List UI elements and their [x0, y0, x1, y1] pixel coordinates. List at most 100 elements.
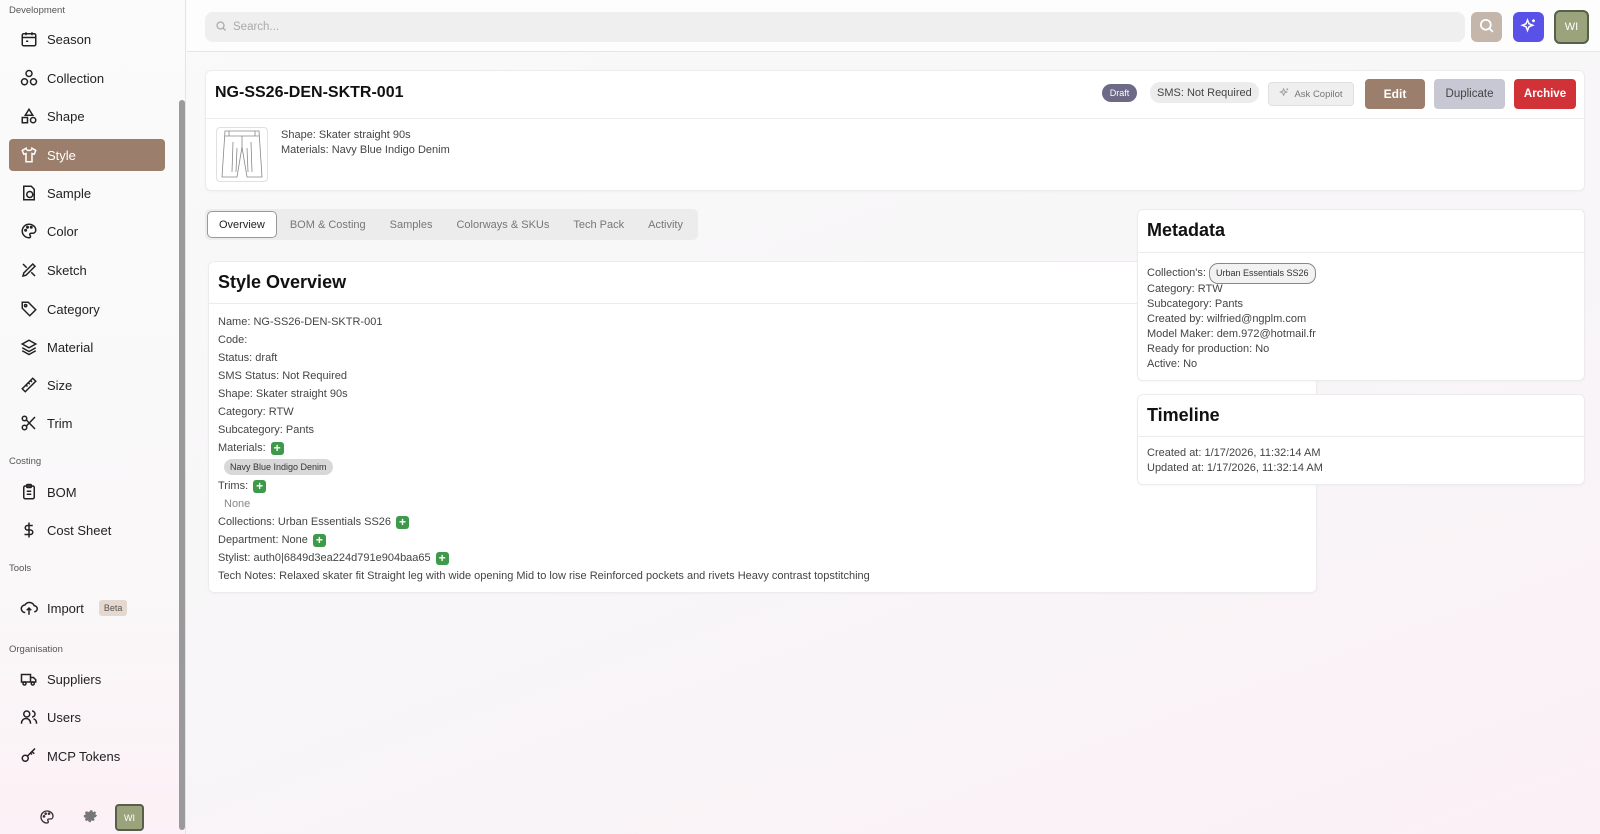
tab-tech-pack[interactable]: Tech Pack [562, 211, 635, 238]
timeline-updated: Updated at: 1/17/2026, 11:32:14 AM [1147, 462, 1323, 474]
sidebar-item-label: Cost Sheet [47, 522, 112, 538]
meta-ready: Ready for production: No [1147, 343, 1270, 355]
meta-model-maker: Model Maker: dem.972@hotmail.fr [1147, 328, 1316, 340]
tab-overview[interactable]: Overview [207, 211, 277, 238]
add-stylist-button[interactable]: + [435, 551, 449, 565]
sidebar-scrollbar[interactable] [179, 100, 185, 830]
search-icon [1478, 17, 1495, 37]
section-label-tools: Tools [9, 563, 32, 574]
sidebar-item-shape[interactable]: Shape [9, 100, 165, 132]
tag-icon [20, 300, 38, 318]
sms-badge: SMS: Not Required [1150, 82, 1259, 103]
scissors-icon [20, 414, 38, 432]
meta-category: Category: RTW [1147, 283, 1223, 295]
add-department-button[interactable]: + [312, 533, 326, 547]
sidebar-item-trim[interactable]: Trim [9, 407, 165, 439]
tab-samples[interactable]: Samples [379, 211, 444, 238]
archive-button[interactable]: Archive [1514, 79, 1576, 109]
department-label: Department: None [218, 534, 308, 546]
sidebar-item-material[interactable]: Material [9, 331, 165, 363]
duplicate-button[interactable]: Duplicate [1434, 79, 1505, 109]
timeline-card: Timeline Created at: 1/17/2026, 11:32:14… [1137, 394, 1585, 485]
sidebar-item-mcp-tokens[interactable]: MCP Tokens [9, 740, 165, 772]
sidebar-item-label: Color [47, 223, 79, 239]
add-collection-button[interactable]: + [396, 515, 410, 529]
top-bar: WI [187, 0, 1600, 52]
beta-badge: Beta [98, 600, 128, 616]
sketch-icon [20, 261, 38, 279]
sidebar-item-color[interactable]: Color [9, 215, 165, 247]
search-input[interactable] [233, 21, 1433, 33]
tab-colorways-skus[interactable]: Colorways & SKUs [445, 211, 560, 238]
gear-icon[interactable] [81, 806, 99, 824]
collections-label: Collections: Urban Essentials SS26 [218, 516, 392, 528]
metadata-card: Metadata Collection's: Urban Essentials … [1137, 209, 1585, 381]
ai-assistant-button[interactable] [1513, 12, 1544, 42]
sidebar-item-sketch[interactable]: Sketch [9, 254, 165, 286]
shapes-icon [20, 107, 38, 125]
section-title: Style Overview [218, 272, 347, 292]
section-label-development: Development [9, 5, 65, 16]
style-sketch-thumbnail[interactable] [216, 127, 268, 182]
avatar[interactable]: WI [115, 804, 144, 831]
tab-bom-costing[interactable]: BOM & Costing [279, 211, 377, 238]
user-avatar-button[interactable]: WI [1554, 10, 1589, 44]
section-label-costing: Costing [9, 456, 42, 467]
sidebar-item-label: Style [47, 147, 76, 163]
sidebar-item-label: Users [47, 709, 81, 725]
layers-icon [20, 338, 38, 356]
detail-collections: Collections: Urban Essentials SS26 + [218, 513, 870, 531]
detail-stylist: Stylist: auth0|6849d3ea224d791e904baa65 … [218, 549, 870, 567]
meta-subcategory: Subcategory: Pants [1147, 298, 1244, 310]
trims-list: None [218, 495, 870, 513]
dollar-icon [20, 521, 38, 539]
shirt-icon [20, 146, 38, 164]
sidebar-item-label: Sketch [47, 262, 87, 278]
sidebar-item-label: Material [47, 339, 94, 355]
sidebar-item-label: BOM [47, 484, 77, 500]
tab-activity[interactable]: Activity [637, 211, 694, 238]
detail-name: Name: NG-SS26-DEN-SKTR-001 [218, 316, 383, 328]
materials-list: Navy Blue Indigo Denim [218, 457, 870, 477]
sidebar-item-collection[interactable]: Collection [9, 62, 165, 94]
sidebar-item-style[interactable]: Style [9, 139, 165, 171]
overview-details: Name: NG-SS26-DEN-SKTR-001 Code: Status:… [218, 313, 870, 585]
clipboard-icon [20, 483, 38, 501]
edit-button[interactable]: Edit [1365, 79, 1425, 109]
search-icon [215, 20, 227, 35]
tab-bar: Overview BOM & Costing Samples Colorways… [205, 209, 698, 240]
meta-active: Active: No [1147, 358, 1198, 370]
sample-icon [20, 184, 38, 202]
sidebar-item-size[interactable]: Size [9, 369, 165, 401]
ruler-icon [20, 376, 38, 394]
collection-chip[interactable]: Urban Essentials SS26 [1208, 262, 1316, 284]
trims-label: Trims: [218, 480, 249, 492]
palette-icon[interactable] [38, 808, 56, 826]
add-trim-button[interactable]: + [253, 479, 267, 493]
sidebar-item-category[interactable]: Category [9, 293, 165, 325]
ask-copilot-button[interactable]: Ask Copilot [1268, 82, 1354, 106]
add-material-button[interactable]: + [270, 441, 284, 455]
search-bar[interactable] [205, 12, 1465, 42]
sidebar-item-label: Trim [47, 415, 73, 431]
sidebar-item-label: Collection [47, 70, 105, 86]
sidebar-item-sample[interactable]: Sample [9, 177, 165, 209]
search-button[interactable] [1471, 12, 1502, 42]
detail-subcategory: Subcategory: Pants [218, 424, 315, 436]
sidebar-item-import[interactable]: Import Beta [9, 592, 165, 624]
sidebar-item-users[interactable]: Users [9, 701, 165, 733]
sidebar-item-label: Shape [47, 108, 85, 124]
detail-trims: Trims: + [218, 477, 870, 495]
users-icon [20, 708, 38, 726]
sidebar-item-suppliers[interactable]: Suppliers [9, 663, 165, 695]
sidebar-item-cost-sheet[interactable]: Cost Sheet [9, 514, 165, 546]
truck-icon [20, 670, 38, 688]
divider [206, 118, 1584, 119]
collections-label: Collection's: [1147, 266, 1206, 279]
page-title: NG-SS26-DEN-SKTR-001 [215, 84, 404, 101]
sidebar-item-label: Suppliers [47, 671, 102, 687]
sidebar-item-season[interactable]: Season [9, 23, 165, 55]
material-chip[interactable]: Navy Blue Indigo Denim [224, 459, 333, 475]
sidebar-item-bom[interactable]: BOM [9, 476, 165, 508]
calendar-icon [20, 30, 38, 48]
